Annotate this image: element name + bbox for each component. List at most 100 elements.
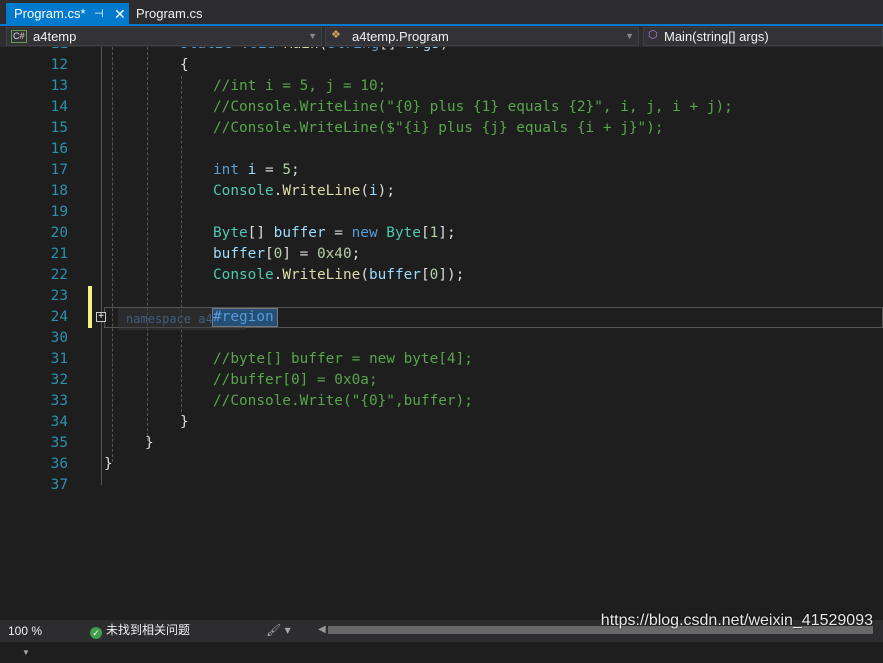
code-token: ) (440, 47, 449, 52)
line-number: 37 (50, 476, 68, 493)
code-line: Console.WriteLine(buffer[0]); (213, 265, 464, 286)
code-line: Console.WriteLine(i); (213, 181, 395, 202)
class-icon: ❖ (331, 29, 341, 41)
code-token: //byte[] buffer = new byte[4]; (213, 350, 473, 367)
code-token: [] (247, 224, 274, 241)
zoom-dropdown[interactable]: 100 % ▼ (8, 621, 66, 663)
code-token: Console (213, 266, 274, 283)
code-line: //Console.WriteLine($"{i} plus {j} equal… (213, 118, 664, 139)
line-number: 32 (50, 371, 68, 388)
code-token: ]; (438, 224, 456, 241)
line-number: 14 (50, 98, 68, 115)
code-line: static void Main(string[] args) (180, 47, 449, 55)
csharp-icon: C# (11, 30, 27, 43)
code-line: int i = 5; (213, 160, 300, 181)
close-icon[interactable]: ✕ (114, 3, 126, 25)
code-token: = (325, 224, 352, 241)
chevron-down-icon: ▼ (22, 648, 30, 657)
line-number: 11 (0, 47, 68, 55)
code-line: //buffer[0] = 0x0a; (213, 370, 378, 391)
plus-box-icon[interactable]: + (96, 311, 106, 322)
code-token: void (241, 47, 284, 52)
check-circle-icon: ✓ (90, 627, 102, 639)
code-line: //int i = 5, j = 10; (213, 76, 386, 97)
chevron-down-icon: ▼ (625, 31, 634, 41)
code-token: 1 (429, 224, 439, 241)
code-token: static (180, 47, 241, 52)
code-token: buffer (273, 224, 326, 241)
line-number: 16 (50, 140, 68, 157)
issues-indicator[interactable]: ✓ 未找到相关问题 (90, 620, 190, 640)
code-token: [ (420, 266, 430, 283)
indent-guide (112, 47, 113, 462)
line-number: 24 (50, 308, 68, 325)
line-number: 30 (50, 329, 68, 346)
collapsed-region-label: #region (212, 307, 278, 327)
code-token: 0 (429, 266, 439, 283)
watermark: https://blog.csdn.net/weixin_41529093 (600, 612, 873, 629)
code-token: buffer (368, 266, 421, 283)
code-token: 5 (282, 161, 291, 178)
code-token: [] (379, 47, 405, 52)
line-number: 31 (50, 350, 68, 367)
line-number: 36 (50, 455, 68, 472)
outline-line (101, 47, 102, 485)
code-token: Console (213, 182, 274, 199)
code-token: WriteLine (282, 182, 361, 199)
code-token: } (180, 413, 189, 430)
member-name: Main(string[] args) (664, 29, 769, 44)
change-bar (88, 285, 92, 328)
code-editor[interactable]: 11static void Main(string[] args)12{13//… (0, 47, 883, 622)
code-line: { (180, 55, 189, 76)
line-number: 20 (50, 224, 68, 241)
code-token: //Console.Write("{0}",buffer); (213, 392, 473, 409)
line-number: 18 (50, 182, 68, 199)
pin-icon[interactable]: ⊣ (94, 3, 104, 25)
paintbrush-icon[interactable]: 🖌 ▾ (266, 620, 291, 640)
tab-program-cs-modified[interactable]: Program.cs* ⊣ ✕ (6, 3, 129, 26)
code-token: = (256, 161, 283, 178)
line-number: 21 (50, 245, 68, 262)
tab-label: Program.cs* (14, 6, 86, 21)
class-dropdown[interactable]: ❖ a4temp.Program ▼ (325, 27, 639, 46)
code-token: //Console.WriteLine("{0} plus {1} equals… (213, 98, 733, 115)
tab-label: Program.cs (136, 6, 203, 21)
line-number: 15 (50, 119, 68, 136)
tab-bar: Program.cs* ⊣ ✕ Program.cs (0, 0, 883, 26)
code-token: Main (284, 47, 319, 52)
code-line: } (180, 412, 189, 433)
line-number: 22 (50, 266, 68, 283)
issues-text: 未找到相关问题 (106, 623, 191, 637)
tab-program-cs[interactable]: Program.cs (128, 3, 210, 26)
code-line: buffer[0] = 0x40; (213, 244, 360, 265)
line-number: 13 (50, 77, 68, 94)
code-token: ( (360, 266, 369, 283)
code-token: { (180, 56, 189, 73)
project-name: a4temp (33, 29, 77, 44)
zoom-level: 100 % (8, 624, 43, 638)
code-token: [ (420, 224, 430, 241)
code-token: //Console.WriteLine($"{i} plus {j} equal… (213, 119, 664, 136)
code-token: Byte (213, 224, 248, 241)
code-token: ] = (282, 245, 317, 262)
navigation-bar: C# a4temp ▼ ❖ a4temp.Program ▼ ⬡ Main(st… (0, 26, 883, 47)
code-token: ; (291, 161, 300, 178)
code-token: i (368, 182, 378, 199)
code-token: ( (319, 47, 328, 52)
chevron-down-icon: ▼ (308, 31, 317, 41)
class-name: a4temp.Program (352, 29, 449, 44)
code-token: 0x40 (316, 245, 352, 262)
code-line: //Console.WriteLine("{0} plus {1} equals… (213, 97, 733, 118)
code-token: buffer (213, 245, 265, 262)
method-icon: ⬡ (648, 29, 658, 41)
member-dropdown[interactable]: ⬡ Main(string[] args) (643, 27, 883, 46)
code-token: //int i = 5, j = 10; (213, 77, 387, 94)
line-number: 17 (50, 161, 68, 178)
indent-guide (147, 47, 148, 441)
scroll-left-icon[interactable]: ◀ (318, 620, 326, 640)
code-line: //Console.Write("{0}",buffer); (213, 391, 473, 412)
project-dropdown[interactable]: C# a4temp ▼ (6, 27, 322, 46)
code-line: Byte[] buffer = new Byte[1]; (213, 223, 456, 244)
line-number: 35 (50, 434, 68, 451)
code-token: [ (264, 245, 274, 262)
